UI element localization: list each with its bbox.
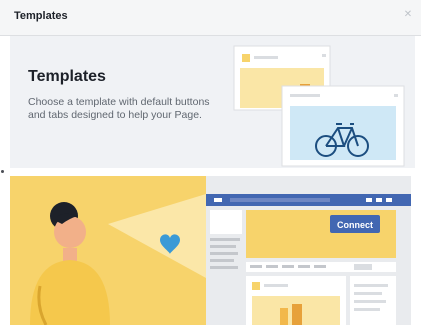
intro-title: Templates [28,68,106,85]
templates-intro-panel: Templates Choose a template with default… [10,36,415,168]
templates-illustration [233,45,405,167]
template-preview: Connect [10,176,411,325]
close-icon[interactable]: ✕ [401,8,415,22]
intro-description: Choose a template with default buttons a… [28,96,210,121]
templates-dialog: Templates ✕ Templates Choose a template … [0,0,421,325]
dialog-title: Templates [14,10,68,22]
connect-button[interactable]: Connect [330,215,380,233]
scroll-marker [1,170,4,173]
connect-button-label: Connect [337,220,373,230]
dialog-header: Templates ✕ [0,0,421,36]
